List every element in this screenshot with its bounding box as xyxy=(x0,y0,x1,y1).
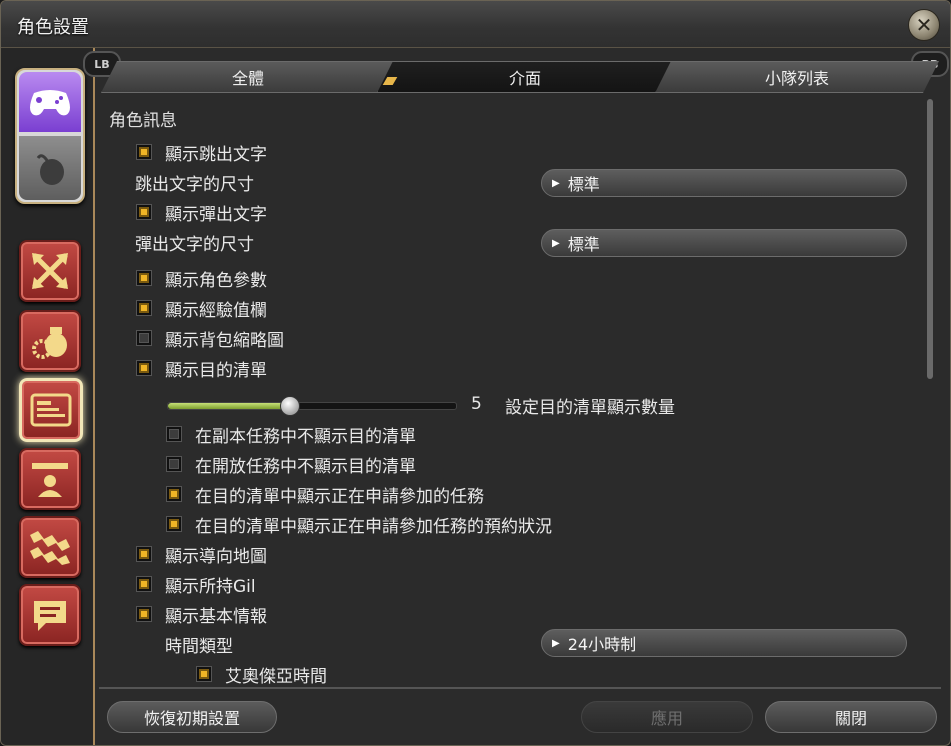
checkbox[interactable] xyxy=(167,517,181,531)
character-settings-window: 角色設置 ✕ LB 全體 介面 小隊列表 角色訊息 顯示跳出文字 跳出文字的尺寸… xyxy=(0,0,951,746)
rail-button-ui[interactable] xyxy=(19,378,83,442)
objective-count-slider[interactable] xyxy=(167,396,457,416)
reset-defaults-button[interactable]: 恢復初期設置 xyxy=(107,701,277,733)
slider-fill xyxy=(168,403,289,409)
slider-handle[interactable] xyxy=(279,396,300,416)
item-label: 顯示經驗值欄 xyxy=(165,300,267,321)
list-item[interactable]: 顯示導向地圖 xyxy=(137,541,267,567)
triangle-right-icon: ▶ xyxy=(552,177,560,189)
rail-button-chat[interactable] xyxy=(19,584,81,646)
slider-value: 5 xyxy=(471,394,482,414)
tab-general[interactable]: 全體 xyxy=(101,61,395,93)
flytext-size-label: 彈出文字的尺寸 xyxy=(135,234,254,255)
checkbox[interactable] xyxy=(197,667,211,681)
item-label: 顯示跳出文字 xyxy=(165,144,267,165)
dropdown-value: 24小時制 xyxy=(567,635,637,654)
item-label: 在開放任務中不顯示目的清單 xyxy=(195,456,416,477)
checkbox[interactable] xyxy=(137,547,151,561)
chat-bubble-icon xyxy=(34,601,66,631)
popup-size-dropdown[interactable]: ▶ 標準 xyxy=(541,169,907,197)
tab-interface[interactable]: 介面 xyxy=(377,61,673,93)
checkbox[interactable] xyxy=(137,361,151,375)
nameplate-icon xyxy=(32,463,68,497)
list-item[interactable]: 顯示經驗值欄 xyxy=(137,295,267,321)
item-label: 顯示導向地圖 xyxy=(165,546,267,567)
list-item[interactable]: 在目的清單中顯示正在申請參加任務的預約狀況 xyxy=(167,511,552,537)
dropdown-value: 標準 xyxy=(567,235,600,254)
tab-bar: 全體 介面 小隊列表 xyxy=(101,61,937,93)
list-item[interactable]: 在開放任務中不顯示目的清單 xyxy=(167,451,416,477)
checkbox[interactable] xyxy=(137,205,151,219)
checkbox[interactable] xyxy=(137,271,151,285)
list-item[interactable]: 艾奧傑亞時間 xyxy=(197,661,327,685)
bag-gear-icon xyxy=(32,327,67,359)
item-label: 在副本任務中不顯示目的清單 xyxy=(195,426,416,447)
list-item[interactable]: 顯示基本情報 xyxy=(137,601,267,627)
close-window-button[interactable]: ✕ xyxy=(908,9,940,41)
item-label: 顯示基本情報 xyxy=(165,606,267,627)
close-icon: ✕ xyxy=(915,13,933,37)
checkbox[interactable] xyxy=(137,301,151,315)
list-item[interactable]: 在副本任務中不顯示目的清單 xyxy=(167,421,416,447)
mouse-icon xyxy=(19,136,81,200)
time-type-label: 時間類型 xyxy=(165,636,233,657)
window-title: 角色設置 xyxy=(17,17,89,38)
close-button[interactable]: 關閉 xyxy=(765,701,937,733)
apply-button[interactable]: 應用 xyxy=(581,701,753,733)
flytext-size-dropdown[interactable]: ▶ 標準 xyxy=(541,229,907,257)
list-item[interactable]: 顯示角色參數 xyxy=(137,265,267,291)
rail-button-general[interactable] xyxy=(19,240,81,302)
item-label: 在目的清單中顯示正在申請參加的任務 xyxy=(195,486,484,507)
list-item[interactable]: 顯示背包縮略圖 xyxy=(137,325,284,351)
item-label: 在目的清單中顯示正在申請參加任務的預約狀況 xyxy=(195,516,552,537)
checkbox[interactable] xyxy=(137,331,151,345)
input-device-toggle[interactable] xyxy=(15,68,85,204)
list-item[interactable]: 顯示目的清單 xyxy=(137,355,267,381)
list-item[interactable]: 顯示所持Gil xyxy=(137,571,256,597)
checkbox[interactable] xyxy=(137,145,151,159)
gamepad-icon xyxy=(19,72,81,132)
item-label: 顯示所持Gil xyxy=(165,576,256,597)
checkbox[interactable] xyxy=(167,427,181,441)
checkbox[interactable] xyxy=(137,577,151,591)
item-label: 顯示目的清單 xyxy=(165,360,267,381)
dropdown-value: 標準 xyxy=(567,175,600,194)
rail-button-items[interactable] xyxy=(19,310,81,372)
time-type-dropdown[interactable]: ▶ 24小時制 xyxy=(541,629,907,657)
rail-button-party[interactable] xyxy=(19,448,81,510)
item-label: 艾奧傑亞時間 xyxy=(225,666,327,686)
rail-button-chain[interactable] xyxy=(19,516,81,578)
checkbox[interactable] xyxy=(137,607,151,621)
chain-icon xyxy=(30,531,70,565)
category-rail xyxy=(1,48,95,745)
checkbox[interactable] xyxy=(167,457,181,471)
triangle-right-icon: ▶ xyxy=(552,237,560,249)
item-label: 顯示背包縮略圖 xyxy=(165,330,284,351)
crossed-arrows-icon xyxy=(32,253,68,289)
title-bar[interactable]: 角色設置 ✕ xyxy=(1,1,950,48)
checkbox[interactable] xyxy=(167,487,181,501)
section-title: 角色訊息 xyxy=(109,110,177,131)
tab-party-list[interactable]: 小隊列表 xyxy=(655,61,939,93)
divider xyxy=(99,687,941,689)
list-item[interactable]: 顯示彈出文字 xyxy=(137,199,267,225)
item-label: 顯示彈出文字 xyxy=(165,204,267,225)
scrollbar[interactable] xyxy=(927,99,933,379)
list-item[interactable]: 在目的清單中顯示正在申請參加的任務 xyxy=(167,481,484,507)
triangle-right-icon: ▶ xyxy=(552,637,560,649)
settings-panel: 角色訊息 顯示跳出文字 跳出文字的尺寸 ▶ 標準 顯示彈出文字 彈出文字的尺寸 … xyxy=(101,97,921,685)
list-item[interactable]: 顯示跳出文字 xyxy=(137,139,267,165)
popup-size-label: 跳出文字的尺寸 xyxy=(135,174,254,195)
slider-label: 設定目的清單顯示數量 xyxy=(505,398,675,418)
item-label: 顯示角色參數 xyxy=(165,270,267,291)
id-card-icon xyxy=(30,393,72,427)
